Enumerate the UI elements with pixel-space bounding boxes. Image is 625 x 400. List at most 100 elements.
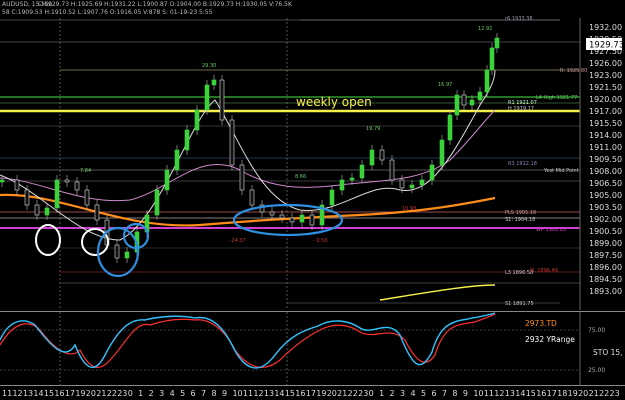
r3-high-label: R: 1925.80 xyxy=(560,68,587,74)
candle-body xyxy=(299,214,305,223)
candle-body xyxy=(419,179,425,186)
sar-yellow-line xyxy=(379,284,496,301)
low-label-5: - 0.50 xyxy=(313,238,328,244)
time-tick: 17 xyxy=(306,389,316,398)
yest-mid-label: Yest Mid Point xyxy=(543,168,579,174)
time-tick: 5 xyxy=(180,389,185,398)
candle-body xyxy=(309,214,315,226)
candle-body xyxy=(184,129,190,151)
time-axis-line xyxy=(0,385,625,386)
chart-canvas[interactable]: weekly open r6 1933.38 12.92 R: 1925.80 … xyxy=(0,0,625,400)
candle-body xyxy=(14,179,20,191)
candle-body xyxy=(211,79,217,86)
chart-annotations: weekly open r6 1933.38 12.92 R: 1925.80 … xyxy=(80,16,587,307)
yrange-label: 2932 YRange xyxy=(525,335,575,344)
time-tick: 9 xyxy=(222,389,227,398)
white-ellipse-1 xyxy=(35,224,61,256)
fl-label: FL 1896.49 xyxy=(530,268,558,274)
price-tick: 1897.50 xyxy=(589,251,622,260)
price-tick: 1908.00 xyxy=(589,167,622,176)
time-tick: 4 xyxy=(170,389,175,398)
time-tick: 2 xyxy=(149,389,154,398)
time-tick: 19 xyxy=(316,389,326,398)
candle-body xyxy=(249,189,255,206)
candle-body xyxy=(429,164,435,181)
time-tick: 16 xyxy=(295,389,305,398)
time-axis: 11 12 13 14 15 16 17 19 20 21 22 23 0 1 2 3 4 5 6 7 8 9 10 11 12… xyxy=(2,389,620,398)
h-level-label: H 1919.17 xyxy=(508,106,534,112)
price-tick: 1902.00 xyxy=(589,215,622,224)
time-tick: 7 xyxy=(201,389,206,398)
sto-level-75: 75.00 xyxy=(588,327,605,334)
time-tick: 19 xyxy=(75,389,85,398)
price-tick: 1900.50 xyxy=(589,227,622,236)
price-tick: 1914.00 xyxy=(589,131,622,140)
time-tick: 12 xyxy=(253,389,263,398)
low-label-3: 10.93 xyxy=(402,206,416,212)
time-tick: 6 xyxy=(191,389,196,398)
time-tick: 14 xyxy=(33,389,43,398)
candle-body xyxy=(194,109,200,131)
candle-body xyxy=(74,181,80,191)
price-tick: 1896.00 xyxy=(589,263,622,272)
candle-body xyxy=(439,139,445,166)
candle-body xyxy=(379,149,385,161)
price-tick: 1894.50 xyxy=(589,275,622,284)
time-tick: 23 xyxy=(358,389,368,398)
time-tick: 8 xyxy=(452,389,457,398)
candle-body xyxy=(489,47,495,71)
candle-body xyxy=(124,251,130,259)
price-tick: 1899.00 xyxy=(589,239,622,248)
candle-body xyxy=(229,119,235,166)
time-tick: 9 xyxy=(463,389,468,398)
time-tick: 20 xyxy=(327,389,337,398)
candle-body xyxy=(409,184,415,189)
candle-body xyxy=(84,189,90,206)
price-tick: 1906.50 xyxy=(589,179,622,188)
time-tick: 18 xyxy=(557,389,567,398)
low-label-1: 7.84 xyxy=(80,168,91,174)
white-ellipse-2 xyxy=(81,228,109,256)
time-tick: 13 xyxy=(264,389,274,398)
candle-body xyxy=(329,189,335,206)
time-tick: 16 xyxy=(536,389,546,398)
candle-body xyxy=(469,99,475,106)
time-tick: 6 xyxy=(431,389,436,398)
candle-body xyxy=(484,69,490,93)
time-tick: 17 xyxy=(547,389,557,398)
price-tick: 1909.50 xyxy=(589,155,622,164)
time-tick: 20 xyxy=(578,389,588,398)
time-tick: 10 xyxy=(232,389,242,398)
price-tick: 1905.00 xyxy=(589,191,622,200)
time-tick: 8 xyxy=(211,389,216,398)
time-tick: 13 xyxy=(23,389,33,398)
candle-body xyxy=(389,159,395,181)
time-tick: 12 xyxy=(494,389,504,398)
time-tick: 7 xyxy=(442,389,447,398)
r6-label: r6 1933.38 xyxy=(505,16,533,22)
time-tick: 11 xyxy=(243,389,253,398)
sto-main-line xyxy=(0,312,496,369)
pane-divider xyxy=(0,311,625,312)
candle-body xyxy=(164,169,170,191)
candle-body xyxy=(239,164,245,191)
current-price-label: 1929.73 xyxy=(589,41,624,51)
top-high-label: 12.92 xyxy=(478,26,492,32)
l4-high-label: L4 High 1921.77 xyxy=(536,95,577,101)
candle-body xyxy=(174,149,180,171)
candle-body xyxy=(54,179,60,209)
ema-mid-line xyxy=(0,109,496,202)
sto-label: STO 15, xyxy=(593,348,623,357)
time-tick: 10 xyxy=(473,389,483,398)
time-tick: 22 xyxy=(107,389,117,398)
time-tick: 4 xyxy=(411,389,416,398)
time-tick: 17 xyxy=(65,389,75,398)
price-tick: 1911.00 xyxy=(589,143,622,152)
time-tick: 20 xyxy=(86,389,96,398)
candle-body xyxy=(461,94,467,106)
candle-body xyxy=(24,189,30,206)
time-tick: 21 xyxy=(589,389,599,398)
price-tick: 1923.00 xyxy=(589,71,622,80)
highlight-ellipses xyxy=(35,203,344,278)
time-tick: 0 xyxy=(369,389,374,398)
